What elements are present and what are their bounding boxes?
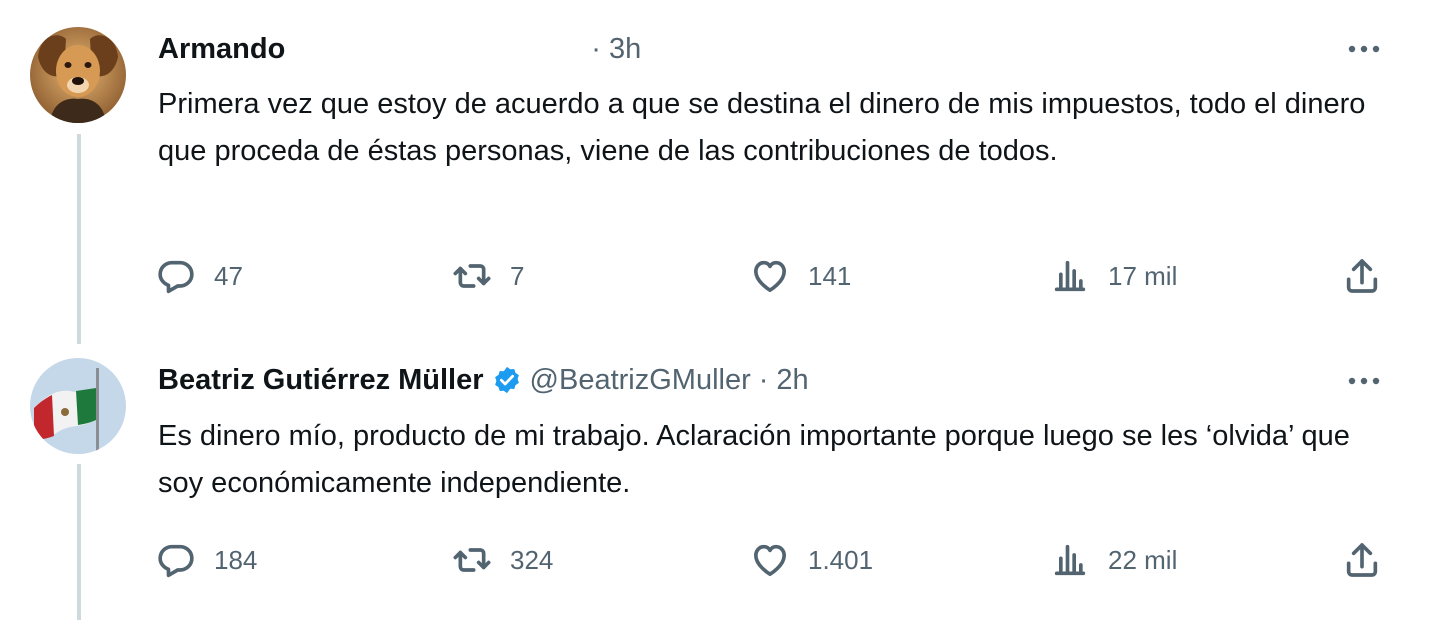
verified-badge-icon (492, 365, 522, 395)
reply-icon (158, 544, 194, 578)
reply-count: 47 (214, 260, 243, 291)
separator: · (591, 32, 601, 65)
avatar[interactable] (30, 358, 126, 454)
share-button[interactable] (1342, 254, 1382, 298)
retweet-count: 324 (510, 544, 554, 575)
reply-count: 184 (214, 544, 258, 575)
thread-line (77, 464, 81, 620)
tweet-text: Primera vez que estoy de acuerdo a que s… (158, 88, 1366, 167)
tweet[interactable]: Beatriz Gutiérrez Müller @BeatrizGMuller… (0, 330, 1438, 620)
like-button[interactable]: 141 (750, 254, 851, 298)
like-icon (754, 260, 786, 292)
views-count: 22 mil (1108, 544, 1178, 575)
like-count: 1.401 (808, 544, 874, 575)
tweet-text: Es dinero mío, producto de mi trabajo. A… (158, 420, 1350, 499)
thread-line (77, 134, 81, 344)
retweet-count: 7 (510, 260, 525, 291)
tweet-actions: 47 7 141 17 mil (156, 254, 1396, 298)
tweet-header: Armando · 3h (158, 29, 641, 69)
views-button[interactable]: 22 mil (1050, 538, 1177, 582)
tweet-header: Beatriz Gutiérrez Müller @BeatrizGMuller… (158, 360, 809, 400)
display-name[interactable]: Armando (158, 33, 285, 66)
views-icon (1054, 544, 1086, 576)
timestamp[interactable]: 2h (776, 364, 808, 397)
more-icon[interactable] (1342, 34, 1386, 64)
retweet-button[interactable]: 7 (452, 254, 524, 298)
retweet-icon (453, 548, 491, 572)
like-icon (754, 544, 786, 576)
mexican-flag-avatar-icon (30, 358, 126, 454)
share-icon (1346, 543, 1378, 577)
share-icon (1346, 259, 1378, 293)
like-button[interactable]: 1.401 (750, 538, 873, 582)
views-icon (1054, 260, 1086, 292)
share-button[interactable] (1342, 538, 1382, 582)
reply-icon (158, 260, 194, 294)
display-name[interactable]: Beatriz Gutiérrez Müller (158, 364, 484, 397)
retweet-button[interactable]: 324 (452, 538, 553, 582)
separator: · (758, 363, 769, 396)
tweet[interactable]: Armando · 3h Primera vez que estoy de ac… (0, 0, 1438, 344)
more-icon[interactable] (1342, 366, 1386, 396)
tweet-actions: 184 324 1.401 22 mil (156, 538, 1396, 582)
timestamp[interactable]: 3h (609, 33, 641, 66)
reply-button[interactable]: 184 (156, 538, 257, 582)
like-count: 141 (808, 260, 852, 291)
handle[interactable]: @BeatrizGMuller (530, 364, 751, 397)
views-count: 17 mil (1108, 260, 1178, 291)
dog-avatar-icon (30, 27, 126, 123)
views-button[interactable]: 17 mil (1050, 254, 1177, 298)
avatar[interactable] (30, 27, 126, 123)
retweet-icon (453, 264, 491, 288)
reply-button[interactable]: 47 (156, 254, 243, 298)
